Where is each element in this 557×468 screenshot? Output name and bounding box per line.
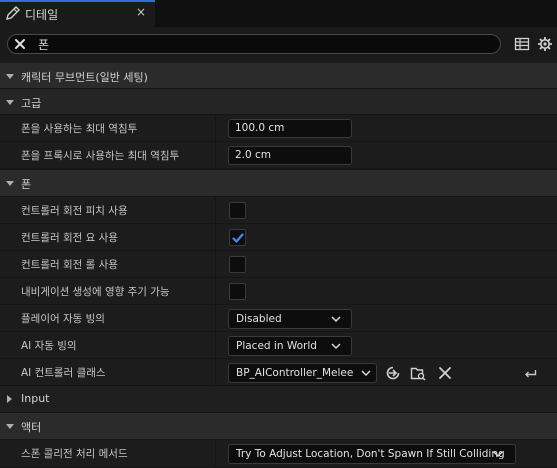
reset-to-default-icon[interactable] [522, 365, 538, 381]
property-label: 컨트롤러 회전 피치 사용 [21, 205, 128, 217]
row-use-controller-yaw: 컨트롤러 회전 요 사용 [0, 224, 557, 251]
tab-bar: 디테일 × [0, 0, 557, 27]
collapse-arrow-icon[interactable] [6, 100, 14, 105]
settings-gear-icon[interactable] [537, 36, 553, 52]
clear-value-icon[interactable] [437, 365, 453, 381]
column-divider[interactable] [215, 332, 216, 359]
use-controller-yaw-checkbox[interactable] [229, 229, 246, 246]
chevron-down-icon [493, 451, 503, 458]
chevron-down-icon [331, 316, 341, 323]
auto-possess-ai-dropdown[interactable]: Placed in World [228, 336, 352, 356]
property-label: 스폰 콜리전 처리 메서드 [21, 448, 128, 460]
chevron-down-icon [361, 370, 371, 377]
subsection-title: 고급 [21, 97, 42, 110]
spawn-collision-dropdown[interactable]: Try To Adjust Location, Don't Spawn If S… [228, 444, 516, 464]
dropdown-value: BP_AIController_Melee [236, 367, 354, 379]
column-divider[interactable] [215, 142, 216, 169]
property-label: 컨트롤러 회전 롤 사용 [21, 259, 118, 271]
details-toolbar [0, 27, 557, 63]
property-label: 내비게이션 생성에 영향 주기 가능 [21, 286, 170, 298]
auto-possess-player-dropdown[interactable]: Disabled [228, 309, 352, 329]
collapse-arrow-icon[interactable] [6, 181, 14, 186]
column-divider[interactable] [215, 251, 216, 278]
column-divider[interactable] [215, 305, 216, 332]
section-character-movement[interactable]: 캐릭터 무브먼트(일반 세팅) [0, 63, 557, 89]
row-nav-affect: 내비게이션 생성에 영향 주기 가능 [0, 278, 557, 305]
section-title: Input [21, 392, 50, 405]
max-depenetration-proxy-field[interactable]: 2.0 cm [228, 146, 352, 165]
column-divider[interactable] [215, 359, 216, 386]
section-actor[interactable]: 액터 [0, 413, 557, 440]
column-divider[interactable] [215, 115, 216, 142]
row-spawn-collision: 스폰 콜리전 처리 메서드 Try To Adjust Location, Do… [0, 440, 557, 468]
clear-search-icon[interactable] [12, 36, 28, 52]
property-label: 플레이어 자동 빙의 [21, 313, 105, 325]
section-input[interactable]: Input [0, 386, 557, 413]
dropdown-value: Try To Adjust Location, Don't Spawn If S… [236, 448, 505, 460]
property-label: 컨트롤러 회전 요 사용 [21, 232, 118, 244]
use-selected-asset-icon[interactable] [385, 365, 401, 381]
dropdown-value: Disabled [236, 313, 282, 325]
details-pencil-icon [6, 6, 20, 20]
row-ai-controller-class: AI 컨트롤러 클래스 BP_AIController_Melee [0, 359, 557, 386]
row-auto-possess-player: 플레이어 자동 빙의 Disabled [0, 305, 557, 332]
ai-controller-class-dropdown[interactable]: BP_AIController_Melee [228, 363, 377, 383]
column-divider[interactable] [215, 197, 216, 224]
dropdown-value: Placed in World [236, 340, 317, 352]
property-label: 폰을 사용하는 최대 역침투 [21, 123, 138, 135]
tab-close-icon[interactable]: × [136, 5, 146, 19]
collapse-arrow-icon[interactable] [6, 74, 14, 79]
use-controller-pitch-checkbox[interactable] [229, 202, 246, 219]
table-view-icon[interactable] [514, 36, 530, 52]
row-use-controller-pitch: 컨트롤러 회전 피치 사용 [0, 197, 557, 224]
tab-details[interactable]: 디테일 × [0, 0, 155, 27]
browse-to-asset-icon[interactable] [410, 365, 426, 381]
row-use-controller-roll: 컨트롤러 회전 롤 사용 [0, 251, 557, 278]
column-divider[interactable] [215, 278, 216, 305]
collapse-arrow-icon[interactable] [6, 424, 14, 429]
search-input[interactable] [38, 36, 478, 52]
row-max-depenetration: 폰을 사용하는 최대 역침투 100.0 cm [0, 115, 557, 142]
max-depenetration-field[interactable]: 100.0 cm [228, 119, 352, 138]
row-max-depenetration-proxy: 폰을 프록시로 사용하는 최대 역침투 2.0 cm [0, 142, 557, 169]
property-label: AI 컨트롤러 클래스 [21, 367, 106, 379]
section-title: 폰 [21, 178, 32, 191]
nav-affect-checkbox[interactable] [229, 283, 246, 300]
property-label: 폰을 프록시로 사용하는 최대 역침투 [21, 150, 180, 162]
section-title: 캐릭터 무브먼트(일반 세팅) [21, 71, 148, 84]
column-divider[interactable] [215, 440, 216, 467]
chevron-down-icon [331, 343, 341, 350]
section-title: 액터 [21, 421, 42, 434]
row-auto-possess-ai: AI 자동 빙의 Placed in World [0, 332, 557, 359]
property-label: AI 자동 빙의 [21, 340, 77, 352]
column-divider[interactable] [215, 224, 216, 251]
checkmark-icon [232, 233, 244, 243]
section-pawn[interactable]: 폰 [0, 170, 557, 197]
search-box [7, 34, 501, 54]
tab-details-label: 디테일 [25, 8, 59, 22]
expand-arrow-icon[interactable] [7, 395, 12, 403]
subsection-advanced[interactable]: 고급 [0, 89, 557, 115]
use-controller-roll-checkbox[interactable] [229, 256, 246, 273]
